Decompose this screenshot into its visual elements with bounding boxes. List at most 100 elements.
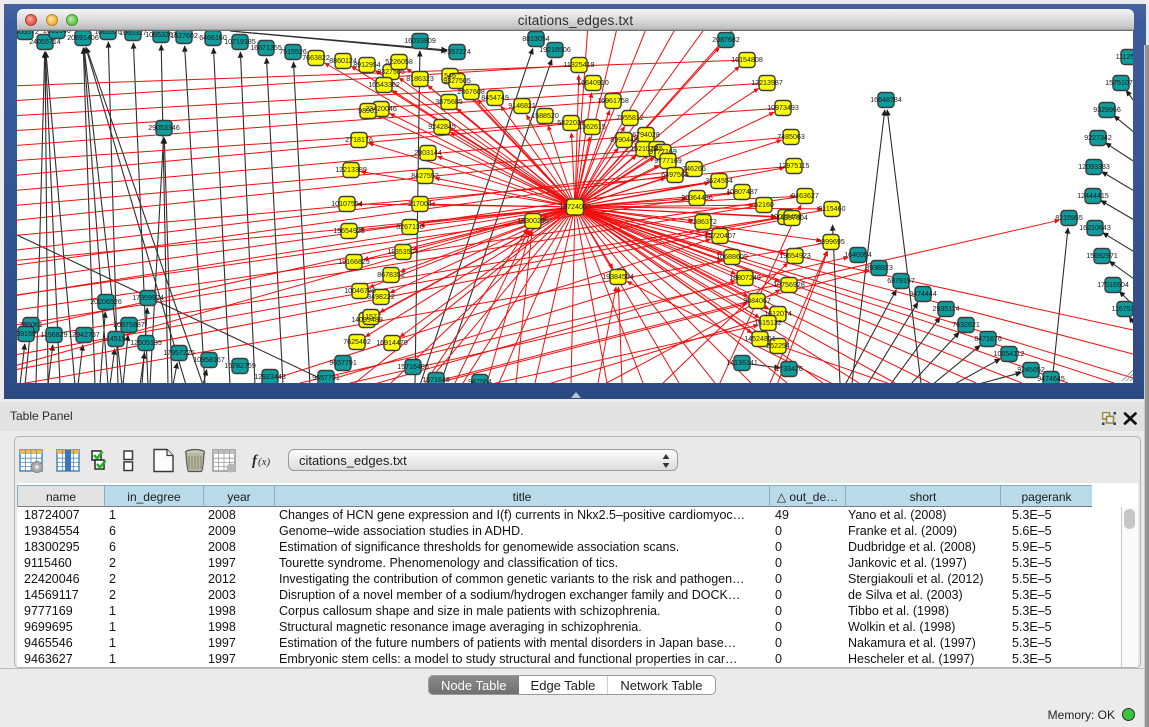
svg-text:9777169: 9777169 (654, 157, 682, 165)
svg-text:2935114: 2935114 (932, 305, 959, 313)
svg-text:19166825: 19166825 (338, 258, 370, 266)
svg-text:(x): (x) (258, 456, 271, 468)
svg-text:1156829: 1156829 (40, 331, 67, 339)
svg-text:39159: 39159 (17, 330, 36, 338)
svg-text:17957225: 17957225 (163, 349, 195, 357)
svg-text:785061: 785061 (19, 321, 43, 329)
svg-text:7625402: 7625402 (343, 338, 371, 346)
svg-text:15716485: 15716485 (397, 363, 429, 371)
svg-text:7955812: 7955812 (616, 114, 644, 122)
svg-text:17359924: 17359924 (132, 294, 164, 302)
svg-text:18807249: 18807249 (729, 274, 761, 282)
svg-text:252254: 252254 (766, 342, 790, 350)
svg-text:8454749: 8454749 (481, 94, 509, 102)
svg-text:9899695: 9899695 (817, 238, 845, 246)
svg-text:9327505: 9327505 (443, 77, 471, 85)
svg-text:9084067: 9084067 (743, 297, 771, 305)
svg-text:1065327: 1065327 (119, 31, 147, 37)
svg-text:9474645: 9474645 (1037, 375, 1065, 383)
svg-text:8471676: 8471676 (974, 335, 1002, 343)
svg-text:15692971: 15692971 (1086, 252, 1118, 260)
svg-text:19384554: 19384554 (602, 273, 634, 281)
svg-text:7485063: 7485063 (777, 133, 805, 141)
svg-text:2718176: 2718176 (345, 136, 373, 144)
svg-text:12975115: 12975115 (778, 162, 809, 170)
svg-text:9327505: 9327505 (377, 68, 405, 76)
svg-text:1112541: 1112541 (1116, 53, 1133, 61)
svg-text:15751074: 15751074 (1105, 79, 1133, 87)
svg-text:11325419: 11325419 (563, 61, 594, 69)
svg-text:9657791: 9657791 (312, 374, 340, 382)
svg-text:8938923: 8938923 (865, 264, 893, 272)
svg-text:14136141: 14136141 (726, 359, 758, 367)
svg-text:1527602: 1527602 (170, 32, 198, 40)
svg-text:6794028: 6794028 (632, 131, 660, 139)
svg-text:9657791: 9657791 (329, 359, 357, 367)
svg-text:62160: 62160 (754, 201, 774, 209)
svg-text:8427552: 8427552 (411, 172, 439, 180)
svg-text:1362615: 1362615 (578, 123, 606, 131)
svg-text:10688609: 10688609 (716, 253, 748, 261)
svg-text:14957604: 14957604 (776, 214, 808, 222)
svg-text:9115460: 9115460 (818, 205, 845, 213)
svg-text:19654923: 19654923 (779, 252, 811, 260)
svg-text:24055714: 24055714 (29, 38, 61, 46)
svg-text:9245652: 9245652 (1017, 366, 1045, 374)
svg-text:11353504: 11353504 (387, 248, 418, 256)
svg-text:12093383: 12093383 (1078, 163, 1110, 171)
svg-text:9777169: 9777169 (649, 148, 677, 156)
svg-text:29053346: 29053346 (148, 124, 180, 132)
svg-text:6466160: 6466160 (199, 34, 227, 42)
svg-text:7386372: 7386372 (689, 218, 717, 226)
svg-text:12942737: 12942737 (68, 331, 100, 339)
svg-text:20975887: 20975887 (113, 321, 145, 329)
svg-text:1615132: 1615132 (754, 319, 782, 327)
svg-text:12444415: 12444415 (1077, 192, 1109, 200)
svg-text:16648784: 16648784 (870, 96, 902, 104)
svg-text:1065326: 1065326 (94, 31, 122, 36)
svg-text:16782759: 16782759 (224, 362, 256, 370)
svg-text:20364436: 20364436 (681, 194, 713, 202)
svg-text:18300295: 18300295 (517, 217, 549, 225)
svg-text:10973493: 10973493 (767, 104, 799, 112)
svg-text:10756928: 10756928 (773, 281, 805, 289)
svg-text:19218506: 19218506 (539, 46, 571, 54)
svg-text:16640910: 16640910 (577, 79, 609, 87)
svg-text:16154808: 16154808 (731, 56, 763, 64)
svg-text:1145194: 1145194 (102, 335, 129, 343)
svg-text:8186323: 8186323 (406, 75, 434, 83)
svg-text:16033809: 16033809 (404, 37, 436, 45)
svg-text:16210643: 16210643 (1079, 224, 1111, 232)
svg-text:1612074: 1612074 (764, 310, 792, 318)
svg-text:9242845: 9242845 (428, 123, 456, 131)
svg-text:217004: 217004 (408, 200, 432, 208)
svg-text:7632621: 7632621 (952, 321, 980, 329)
svg-text:16961758: 16961758 (597, 97, 629, 105)
svg-text:10807487: 10807487 (726, 188, 758, 196)
svg-text:1571648: 1571648 (422, 376, 450, 383)
svg-text:7357224: 7357224 (443, 48, 471, 56)
svg-text:8678352: 8678352 (377, 271, 405, 279)
svg-text:12213987: 12213987 (751, 79, 783, 87)
svg-text:8813054: 8813054 (522, 35, 550, 43)
svg-text:1733426: 1733426 (775, 365, 803, 373)
svg-text:10654112: 10654112 (993, 350, 1024, 358)
svg-text:9463627: 9463627 (791, 192, 819, 200)
svg-text:947564: 947564 (468, 378, 492, 383)
svg-text:2803144: 2803144 (414, 149, 442, 157)
svg-text:8267130: 8267130 (396, 223, 424, 231)
svg-text:1405572: 1405572 (17, 31, 39, 36)
svg-text:9227342: 9227342 (1084, 134, 1112, 142)
svg-text:12505135: 12505135 (130, 339, 162, 347)
svg-text:16671355: 16671355 (250, 44, 282, 52)
svg-text:19654923: 19654923 (333, 227, 365, 235)
svg-text:12923448: 12923448 (254, 373, 286, 381)
svg-text:1588520: 1588520 (531, 112, 559, 120)
svg-text:16914479: 16914479 (376, 339, 408, 347)
svg-text:5226058: 5226058 (385, 58, 413, 66)
svg-text:1167533: 1167533 (1111, 305, 1133, 313)
svg-text:9474444: 9474444 (909, 290, 937, 298)
svg-text:9329966: 9329966 (1093, 106, 1121, 114)
svg-text:10107554: 10107554 (331, 200, 363, 208)
svg-text:12213389: 12213389 (335, 166, 367, 174)
